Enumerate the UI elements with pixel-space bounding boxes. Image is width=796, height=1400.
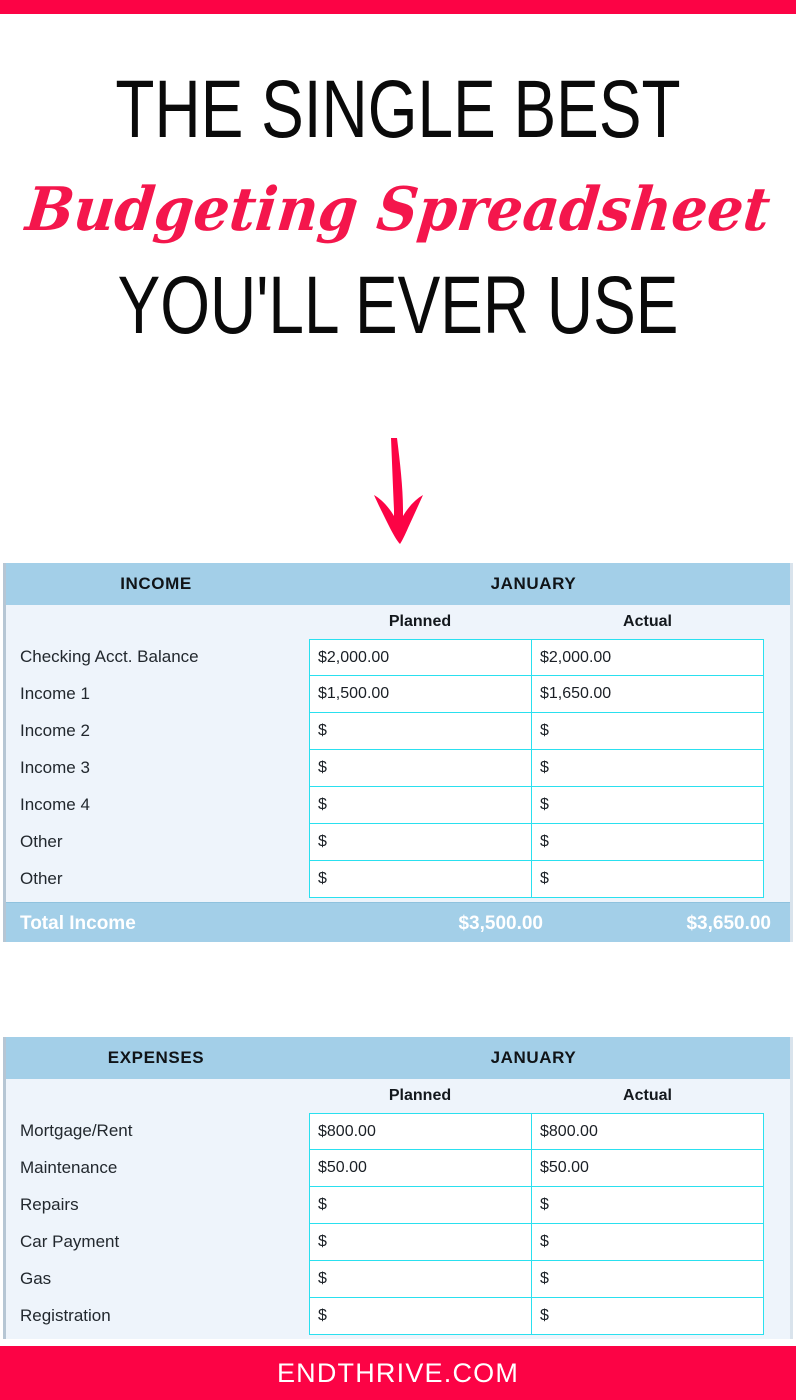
cell-planned[interactable]: $1,500.00 [309,676,532,713]
row-label: Maintenance [20,1158,118,1177]
cell-planned[interactable]: $50.00 [309,1150,532,1187]
total-income-row: Total Income $3,500.00 $3,650.00 [6,902,790,942]
income-header-row: INCOME JANUARY [6,563,790,605]
cell-actual[interactable]: $ [531,1224,764,1261]
income-col-actual: Actual [623,613,672,630]
pinterest-graphic: THE SINGLE BEST Budgeting Spreadsheet YO… [0,0,796,1400]
row-label: Other [20,869,63,888]
income-category-label: INCOME [120,574,192,593]
table-row: Car Payment $ $ [6,1224,790,1261]
cell-actual[interactable]: $800.00 [531,1113,764,1150]
total-income-actual: $3,650.00 [686,913,771,934]
table-row: Income 3 $ $ [6,750,790,787]
expenses-column-headers: Planned Actual [6,1079,790,1113]
row-label: Income 2 [20,721,90,740]
table-row: Gas $ $ [6,1261,790,1298]
row-label: Other [20,832,63,851]
cell-planned[interactable]: $ [309,750,532,787]
table-row: Income 2 $ $ [6,713,790,750]
expenses-header-row: EXPENSES JANUARY [6,1037,790,1079]
total-income-planned: $3,500.00 [458,913,543,934]
row-label: Income 4 [20,795,90,814]
cell-actual[interactable]: $ [531,1187,764,1224]
income-rows: Checking Acct. Balance $2,000.00 $2,000.… [6,639,790,902]
table-row: Other $ $ [6,824,790,861]
site-url: ENDTHRIVE.COM [276,1357,520,1388]
cell-planned[interactable]: $ [309,1187,532,1224]
cell-actual[interactable]: $ [531,787,764,824]
cell-planned[interactable]: $ [309,787,532,824]
cell-planned[interactable]: $ [309,824,532,861]
table-row: Checking Acct. Balance $2,000.00 $2,000.… [6,639,790,676]
expenses-table: EXPENSES JANUARY Planned Actual Mortgage… [3,1037,793,1339]
row-label: Income 3 [20,758,90,777]
table-row: Maintenance $50.00 $50.00 [6,1150,790,1187]
cell-actual[interactable]: $1,650.00 [531,676,764,713]
income-column-headers: Planned Actual [6,605,790,639]
income-month-label: JANUARY [490,574,577,593]
expenses-col-planned: Planned [388,1087,452,1104]
row-label: Mortgage/Rent [20,1121,133,1140]
cell-planned[interactable]: $ [309,1261,532,1298]
row-label: Car Payment [20,1232,120,1251]
row-label: Registration [20,1306,111,1325]
bottom-accent-bar: ENDTHRIVE.COM [0,1346,796,1400]
tables-clipper: INCOME JANUARY Planned Actual Checking A… [0,0,796,1346]
expenses-month-label: JANUARY [490,1048,577,1067]
row-label: Checking Acct. Balance [20,647,199,666]
cell-actual[interactable]: $ [531,1298,764,1335]
cell-planned[interactable]: $ [309,861,532,898]
total-income-label: Total Income [20,913,136,934]
cell-actual[interactable]: $ [531,824,764,861]
table-row: Income 4 $ $ [6,787,790,824]
cell-actual[interactable]: $ [531,1261,764,1298]
cell-planned[interactable]: $800.00 [309,1113,532,1150]
cell-actual[interactable]: $ [531,750,764,787]
cell-actual[interactable]: $50.00 [531,1150,764,1187]
cell-planned[interactable]: $ [309,713,532,750]
table-row: Income 1 $1,500.00 $1,650.00 [6,676,790,713]
cell-planned[interactable]: $ [309,1298,532,1335]
table-row: Other $ $ [6,861,790,898]
table-row: Registration $ $ [6,1298,790,1335]
table-row: Repairs $ $ [6,1187,790,1224]
cell-actual[interactable]: $ [531,861,764,898]
cell-planned[interactable]: $ [309,1224,532,1261]
row-label: Repairs [20,1195,79,1214]
expenses-category-label: EXPENSES [107,1048,205,1067]
table-row: Mortgage/Rent $800.00 $800.00 [6,1113,790,1150]
cell-actual[interactable]: $ [531,713,764,750]
expenses-rows: Mortgage/Rent $800.00 $800.00 Maintenanc… [6,1113,790,1339]
income-table: INCOME JANUARY Planned Actual Checking A… [3,563,793,942]
income-col-planned: Planned [388,613,452,630]
row-label: Income 1 [20,684,90,703]
row-label: Gas [20,1269,52,1288]
cell-planned[interactable]: $2,000.00 [309,639,532,676]
expenses-col-actual: Actual [623,1087,672,1104]
cell-actual[interactable]: $2,000.00 [531,639,764,676]
